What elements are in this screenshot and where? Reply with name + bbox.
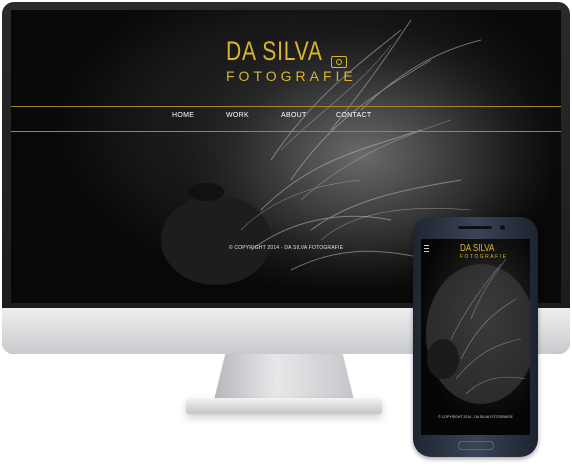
- hamburger-menu-icon[interactable]: [424, 245, 429, 252]
- camera-icon: [331, 56, 347, 68]
- mobile-phone: DA SILVA FOTOGRAFIE © COPYRIGHT 2014 - D…: [413, 217, 538, 457]
- mobile-dog-photo: [426, 258, 530, 404]
- phone-home-button: [458, 441, 494, 450]
- mobile-logo-title: DA SILVA: [460, 243, 495, 254]
- mobile-footer-copyright: © COPYRIGHT 2014 - DA SILVA FOTOGRAFIE: [438, 415, 513, 419]
- mobile-website-screen: DA SILVA FOTOGRAFIE © COPYRIGHT 2014 - D…: [421, 239, 530, 435]
- phone-front-camera: [500, 225, 505, 230]
- phone-speaker: [458, 226, 492, 229]
- site-logo[interactable]: DA SILVA FOTOGRAFIE: [226, 38, 386, 92]
- mobile-site-logo[interactable]: DA SILVA FOTOGRAFIE: [460, 243, 508, 261]
- nav-item-about[interactable]: ABOUT: [281, 112, 307, 119]
- nav-item-contact[interactable]: CONTACT: [336, 112, 371, 119]
- logo-subtitle: FOTOGRAFIE: [226, 68, 357, 84]
- nav-top-divider: [11, 106, 561, 107]
- main-navigation: HOME WORK ABOUT CONTACT: [11, 108, 561, 130]
- nav-item-work[interactable]: WORK: [226, 112, 249, 119]
- nav-item-home[interactable]: HOME: [172, 112, 194, 119]
- nav-bottom-divider: [11, 131, 561, 132]
- mobile-logo-subtitle: FOTOGRAFIE: [460, 254, 508, 260]
- monitor-stand: [214, 354, 354, 400]
- monitor-stand-base: [186, 398, 382, 414]
